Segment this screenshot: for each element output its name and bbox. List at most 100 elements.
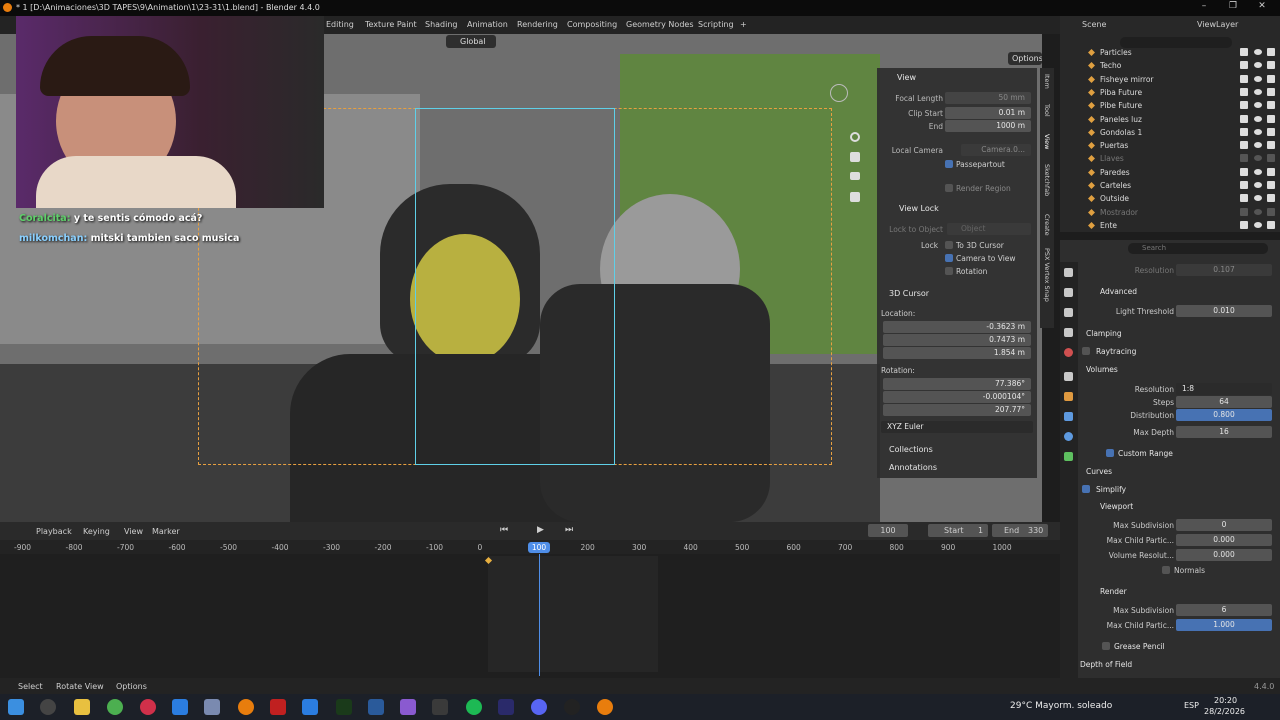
local-camera-row[interactable]: Local Camera Camera.0...	[877, 144, 1037, 157]
clamping-panel[interactable]: Clamping	[1078, 326, 1280, 340]
advanced-panel[interactable]: Advanced	[1078, 284, 1280, 298]
visibility-eye-icon[interactable]	[1254, 195, 1262, 202]
physics-tab-icon[interactable]	[1064, 432, 1073, 441]
curves-panel[interactable]: Curves	[1078, 464, 1280, 478]
tab-view[interactable]: View	[1043, 134, 1051, 149]
panel-view-lock-title[interactable]: View Lock	[899, 204, 939, 213]
exclude-checkbox[interactable]	[1240, 220, 1248, 229]
visibility-eye-icon[interactable]	[1254, 182, 1262, 188]
grease-pencil-checkbox[interactable]	[1102, 642, 1110, 650]
painter-icon[interactable]	[336, 699, 352, 715]
exclude-checkbox[interactable]	[1240, 48, 1248, 56]
volumes-panel[interactable]: Volumes	[1078, 362, 1280, 376]
blender-active-icon[interactable]	[597, 699, 613, 715]
end-frame-field[interactable]: End 330	[992, 524, 1048, 537]
obs-icon[interactable]	[564, 699, 580, 715]
clock-time[interactable]: 20:20	[1214, 696, 1237, 705]
discord-icon[interactable]	[531, 699, 547, 715]
vp-volume-resolution-field[interactable]: 0.000	[1176, 549, 1272, 561]
visibility-eye-icon[interactable]	[1254, 142, 1262, 149]
vp-volume-resolution-row[interactable]: Volume Resolut... 0.000	[1078, 548, 1280, 562]
start-frame-field[interactable]: Start 1	[928, 524, 988, 537]
cursor-rot-z-row[interactable]: 207.77°	[877, 404, 1037, 417]
tab-tool[interactable]: Tool	[1043, 104, 1051, 117]
playhead-frame-label[interactable]: 100	[528, 542, 550, 553]
focal-length-row[interactable]: Focal Length 50 mm	[877, 92, 1037, 105]
volume-resolution-dropdown[interactable]: 1:8	[1176, 383, 1272, 395]
tab-editing[interactable]: Editing	[326, 20, 354, 29]
visibility-eye-icon[interactable]	[1254, 208, 1262, 215]
render-camera-icon[interactable]	[1267, 114, 1275, 123]
render-camera-icon[interactable]	[1267, 87, 1275, 96]
light-threshold-field[interactable]: 0.010	[1176, 305, 1272, 317]
chrome-icon[interactable]	[107, 699, 123, 715]
edge-icon[interactable]	[172, 699, 188, 715]
normals-checkbox[interactable]	[1162, 566, 1170, 574]
exclude-checkbox[interactable]	[1240, 127, 1248, 136]
cursor-rot-y-row[interactable]: -0.000104°	[877, 391, 1037, 404]
grease-pencil-panel[interactable]: Grease Pencil	[1078, 639, 1280, 653]
outliner-item[interactable]: Piba Future	[1060, 86, 1280, 99]
camera-view-icon[interactable]	[850, 172, 860, 180]
panel-collections-title[interactable]: Collections	[889, 445, 933, 454]
view-menu[interactable]: View	[124, 527, 143, 536]
raytracing-checkbox[interactable]	[1082, 347, 1090, 355]
current-frame-field[interactable]: 100	[868, 524, 908, 537]
scene-selector[interactable]: Scene	[1082, 20, 1106, 29]
outliner-item[interactable]: Paredes	[1060, 166, 1280, 179]
app-icon-6[interactable]	[204, 699, 220, 715]
render-camera-icon[interactable]	[1267, 127, 1275, 136]
zoom-icon[interactable]	[850, 132, 860, 142]
cursor-rot-x-row[interactable]: 77.386°	[877, 378, 1037, 391]
visibility-eye-icon[interactable]	[1254, 115, 1262, 122]
render-camera-icon[interactable]	[1267, 101, 1275, 110]
render-camera-icon[interactable]	[1267, 74, 1275, 83]
visibility-eye-icon[interactable]	[1254, 128, 1262, 135]
tab-rendering[interactable]: Rendering	[517, 20, 558, 29]
lock-to-object-field[interactable]: Object	[947, 223, 1031, 235]
exclude-checkbox[interactable]	[1240, 194, 1248, 203]
viewlayer-selector[interactable]: ViewLayer	[1197, 20, 1238, 29]
outliner-item[interactable]: Mostrador	[1060, 206, 1280, 219]
simplify-viewport-panel[interactable]: Viewport	[1078, 499, 1280, 513]
passepartout-checkbox[interactable]	[945, 160, 953, 168]
normals-row[interactable]: Normals	[1078, 563, 1280, 577]
distribution-field[interactable]: 0.800	[1176, 409, 1272, 421]
spotify-icon[interactable]	[466, 699, 482, 715]
modifier-tab-icon[interactable]	[1064, 412, 1073, 421]
lock-to-object-row[interactable]: Lock to Object Object	[877, 223, 1037, 236]
simplify-checkbox[interactable]	[1082, 485, 1090, 493]
render-camera-icon[interactable]	[1267, 48, 1275, 56]
steps-field[interactable]: 64	[1176, 396, 1272, 408]
lock-icon[interactable]	[850, 192, 860, 202]
custom-range-panel[interactable]: Custom Range	[1078, 446, 1280, 460]
render-camera-icon[interactable]	[1267, 207, 1275, 216]
vp-max-child-row[interactable]: Max Child Partic... 0.000	[1078, 533, 1280, 547]
local-camera-field[interactable]: Camera.0...	[961, 144, 1031, 156]
clock-date[interactable]: 28/2/2026	[1204, 707, 1245, 716]
orientation-dropdown[interactable]: Global	[446, 35, 496, 48]
panel-view-title[interactable]: View	[897, 73, 916, 82]
navigation-gizmo[interactable]	[830, 84, 848, 102]
exclude-checkbox[interactable]	[1240, 167, 1248, 176]
r-max-subdivision-field[interactable]: 6	[1176, 604, 1272, 616]
app-icon-11[interactable]	[368, 699, 384, 715]
visibility-eye-icon[interactable]	[1254, 221, 1262, 228]
tab-psx-vertex-snap[interactable]: PSX Vertex Snap	[1043, 248, 1051, 302]
tab-scripting[interactable]: Scripting	[698, 20, 734, 29]
cursor-rot-x-field[interactable]: 77.386°	[883, 378, 1031, 390]
r-max-child-row[interactable]: Max Child Partic... 1.000	[1078, 618, 1280, 632]
r-max-subdivision-row[interactable]: Max Subdivision 6	[1078, 603, 1280, 617]
playback-menu[interactable]: Playback	[36, 527, 72, 536]
render-camera-icon[interactable]	[1267, 154, 1275, 163]
exclude-checkbox[interactable]	[1240, 61, 1248, 70]
properties-search-input[interactable]: Search	[1128, 243, 1268, 254]
exclude-checkbox[interactable]	[1240, 74, 1248, 83]
tab-item[interactable]: Item	[1043, 74, 1051, 89]
cursor-loc-z-row[interactable]: Z1.854 m	[877, 347, 1037, 360]
tab-animation[interactable]: Animation	[467, 20, 508, 29]
outliner-item[interactable]: Paneles luz	[1060, 113, 1280, 126]
minimize-button[interactable]: –	[1190, 1, 1218, 15]
app-icon-9[interactable]	[302, 699, 318, 715]
marker-menu[interactable]: Marker	[152, 527, 180, 536]
